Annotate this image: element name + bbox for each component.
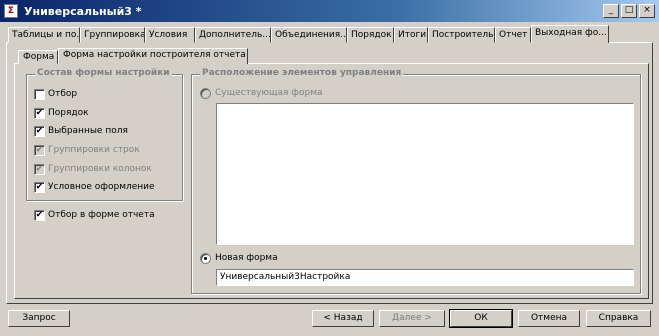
checkbox-filter-in-report[interactable]: ✔ Отбор в форме отчета: [34, 208, 155, 222]
close-button[interactable]: ×: [639, 4, 655, 18]
checkbox-column-groupings: ✔ Группировки колонок: [34, 162, 152, 176]
minimize-button[interactable]: _: [603, 4, 619, 18]
maximize-button[interactable]: □: [621, 4, 637, 18]
checkbox-box[interactable]: ✔: [34, 125, 45, 137]
next-button: Далее >: [379, 310, 445, 327]
tab-tables[interactable]: Таблицы и по...: [8, 27, 80, 43]
tab-totals[interactable]: Итоги: [394, 27, 428, 43]
checkbox-filter[interactable]: Отбор: [34, 87, 77, 101]
inner-tabs: Форма Форма настройки построителя отчета: [18, 48, 248, 64]
tab-output-form[interactable]: Выходная фо...: [531, 25, 609, 43]
radio-existing-form: Существующая форма: [200, 86, 323, 100]
tab-grouping[interactable]: Группировка: [80, 27, 145, 43]
checkbox-box[interactable]: ✔: [34, 209, 45, 221]
checkbox-label: Порядок: [48, 108, 89, 118]
placement-groupbox-title: Расположение элементов управления: [200, 68, 404, 78]
query-button[interactable]: Запрос: [8, 310, 70, 327]
outer-tabs: Таблицы и по... Группировка Условия Допо…: [8, 25, 609, 43]
checkbox-box: ✔: [34, 144, 45, 156]
cancel-button[interactable]: Отмена: [518, 310, 580, 327]
settings-groupbox-title: Состав формы настройки: [35, 68, 172, 78]
checkbox-selected-fields[interactable]: ✔ Выбранные поля: [34, 124, 128, 138]
checkbox-box[interactable]: ✔: [34, 107, 45, 119]
checkbox-order[interactable]: ✔ Порядок: [34, 106, 89, 120]
checkbox-label: Отбор: [48, 89, 78, 99]
title-bar: Σ Универсальный3 * _ □ ×: [0, 0, 659, 22]
radio-button[interactable]: [200, 252, 211, 264]
tab-builder-settings-form[interactable]: Форма настройки построителя отчета: [58, 48, 248, 64]
radio-new-form[interactable]: Новая форма: [200, 251, 278, 265]
checkbox-label: Группировки строк: [48, 145, 140, 155]
checkbox-row-groupings: ✔ Группировки строк: [34, 143, 140, 157]
tab-unions[interactable]: Объединения...: [271, 27, 347, 43]
checkbox-conditional-formatting[interactable]: ✔ Условное оформление: [34, 180, 155, 194]
radio-button: [200, 87, 211, 99]
tab-additional[interactable]: Дополнитель...: [195, 27, 271, 43]
back-button[interactable]: < Назад: [312, 310, 374, 327]
tab-conditions[interactable]: Условия: [145, 27, 195, 43]
radio-label: Новая форма: [215, 253, 278, 263]
window-title: Универсальный3 *: [24, 4, 142, 18]
help-button[interactable]: Справка: [586, 310, 651, 327]
ok-button[interactable]: ОК: [449, 309, 513, 328]
checkbox-label: Отбор в форме отчета: [48, 210, 155, 220]
app-icon: Σ: [4, 4, 18, 18]
checkbox-label: Выбранные поля: [48, 126, 128, 136]
existing-form-list: [216, 103, 634, 245]
tab-form[interactable]: Форма: [18, 50, 58, 64]
new-form-name-field[interactable]: Универсальный3Настройка: [216, 269, 634, 286]
tab-order[interactable]: Порядок: [347, 27, 394, 43]
checkbox-box[interactable]: [34, 88, 45, 100]
tab-report[interactable]: Отчет: [495, 27, 531, 43]
radio-label: Существующая форма: [215, 88, 323, 98]
checkbox-box[interactable]: ✔: [34, 181, 45, 193]
checkbox-label: Условное оформление: [48, 182, 155, 192]
checkbox-label: Группировки колонок: [48, 164, 152, 174]
checkbox-box: ✔: [34, 163, 45, 175]
tab-builder[interactable]: Построитель: [428, 27, 495, 43]
